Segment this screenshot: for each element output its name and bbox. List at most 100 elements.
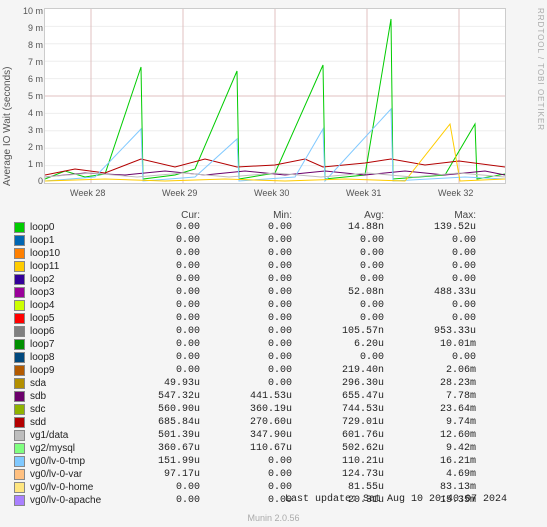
legend-row: sda49.93u0.00296.30u28.23m — [14, 377, 519, 390]
legend-max: 0.00 — [384, 234, 476, 247]
legend-avg: 0.00 — [292, 299, 384, 312]
legend-swatch — [14, 456, 25, 467]
x-tick: Week 29 — [162, 188, 197, 198]
plot-svg — [45, 9, 505, 183]
x-tick: Week 32 — [438, 188, 473, 198]
legend-cur: 0.00 — [108, 221, 200, 234]
legend-row: loop20.000.000.000.00 — [14, 273, 519, 286]
plot-area — [44, 8, 506, 184]
legend-row: loop100.000.000.000.00 — [14, 247, 519, 260]
legend-cur: 0.00 — [108, 494, 200, 507]
legend-max: 10.01m — [384, 338, 476, 351]
legend-max: 12.60m — [384, 429, 476, 442]
legend-min: 0.00 — [200, 260, 292, 273]
legend-cur: 0.00 — [108, 299, 200, 312]
legend-cur: 151.99u — [108, 455, 200, 468]
legend-row: sdc560.90u360.19u744.53u23.64m — [14, 403, 519, 416]
legend-min: 0.00 — [200, 481, 292, 494]
legend-swatch — [14, 235, 25, 246]
legend-swatch — [14, 300, 25, 311]
legend-min: 0.00 — [200, 247, 292, 260]
legend-max: 16.21m — [384, 455, 476, 468]
legend-label: vg0/lv-0-tmp — [14, 455, 108, 468]
legend-min: 0.00 — [200, 273, 292, 286]
legend-label: sdb — [14, 390, 108, 403]
legend-max: 7.78m — [384, 390, 476, 403]
legend-min: 0.00 — [200, 494, 292, 507]
y-tick: 2 m — [13, 142, 43, 152]
chart-container: Disk latency per device - by month Avera… — [0, 0, 547, 527]
legend-max: 9.42m — [384, 442, 476, 455]
legend-avg: 124.73u — [292, 468, 384, 481]
legend-label: loop9 — [14, 364, 108, 377]
legend-max: 28.23m — [384, 377, 476, 390]
x-tick: Week 30 — [254, 188, 289, 198]
legend-cur: 0.00 — [108, 273, 200, 286]
y-axis-label: Average IO Wait (seconds) — [2, 67, 13, 187]
legend-swatch — [14, 378, 25, 389]
legend-avg: 601.76u — [292, 429, 384, 442]
legend-max: 9.74m — [384, 416, 476, 429]
legend-label: loop1 — [14, 234, 108, 247]
legend-min: 0.00 — [200, 221, 292, 234]
legend-cur: 0.00 — [108, 481, 200, 494]
legend-swatch — [14, 287, 25, 298]
legend-max: 0.00 — [384, 260, 476, 273]
y-tick: 8 m — [13, 40, 43, 50]
legend-cur: 0.00 — [108, 247, 200, 260]
legend-avg: 502.62u — [292, 442, 384, 455]
footer-tool: Munin 2.0.56 — [0, 513, 547, 523]
legend-max: 0.00 — [384, 247, 476, 260]
legend-max: 139.52u — [384, 221, 476, 234]
legend-max: 23.64m — [384, 403, 476, 416]
legend-cur: 0.00 — [108, 325, 200, 338]
legend-swatch — [14, 482, 25, 493]
legend-row: vg0/lv-0-var97.17u0.00124.73u4.69m — [14, 468, 519, 481]
col-max: Max: — [384, 210, 476, 221]
legend-min: 0.00 — [200, 455, 292, 468]
col-avg: Avg: — [292, 210, 384, 221]
legend-min: 0.00 — [200, 299, 292, 312]
legend-max: 0.00 — [384, 273, 476, 286]
legend-swatch — [14, 495, 25, 506]
legend-min: 347.90u — [200, 429, 292, 442]
legend-max: 488.33u — [384, 286, 476, 299]
legend-label: loop7 — [14, 338, 108, 351]
legend-label: loop5 — [14, 312, 108, 325]
x-tick: Week 31 — [346, 188, 381, 198]
legend-min: 0.00 — [200, 351, 292, 364]
legend-cur: 0.00 — [108, 260, 200, 273]
legend-max: 2.06m — [384, 364, 476, 377]
legend-cur: 547.32u — [108, 390, 200, 403]
y-tick: 0 — [13, 176, 43, 186]
legend-min: 0.00 — [200, 364, 292, 377]
legend-cur: 0.00 — [108, 312, 200, 325]
legend-label: loop3 — [14, 286, 108, 299]
legend-avg: 52.08n — [292, 286, 384, 299]
legend-row: loop80.000.000.000.00 — [14, 351, 519, 364]
legend-min: 360.19u — [200, 403, 292, 416]
legend-min: 0.00 — [200, 286, 292, 299]
legend-swatch — [14, 404, 25, 415]
legend-cur: 0.00 — [108, 351, 200, 364]
legend-row: sdd685.84u270.60u729.01u9.74m — [14, 416, 519, 429]
legend-row: loop40.000.000.000.00 — [14, 299, 519, 312]
legend-cur: 97.17u — [108, 468, 200, 481]
legend-swatch — [14, 274, 25, 285]
legend-swatch — [14, 339, 25, 350]
legend-swatch — [14, 352, 25, 363]
legend-label: loop6 — [14, 325, 108, 338]
legend-label: vg0/lv-0-apache — [14, 494, 108, 507]
legend-avg: 219.40n — [292, 364, 384, 377]
legend-max: 83.13m — [384, 481, 476, 494]
last-update: Last update: Sat Aug 10 20:40:07 2024 — [285, 494, 507, 505]
legend-min: 0.00 — [200, 325, 292, 338]
legend-row: loop10.000.000.000.00 — [14, 234, 519, 247]
legend-label: loop8 — [14, 351, 108, 364]
legend-avg: 0.00 — [292, 260, 384, 273]
legend-row: vg2/mysql360.67u110.67u502.62u9.42m — [14, 442, 519, 455]
legend-row: vg0/lv-0-home0.000.0081.55u83.13m — [14, 481, 519, 494]
legend-avg: 105.57n — [292, 325, 384, 338]
legend-swatch — [14, 430, 25, 441]
legend-min: 0.00 — [200, 468, 292, 481]
